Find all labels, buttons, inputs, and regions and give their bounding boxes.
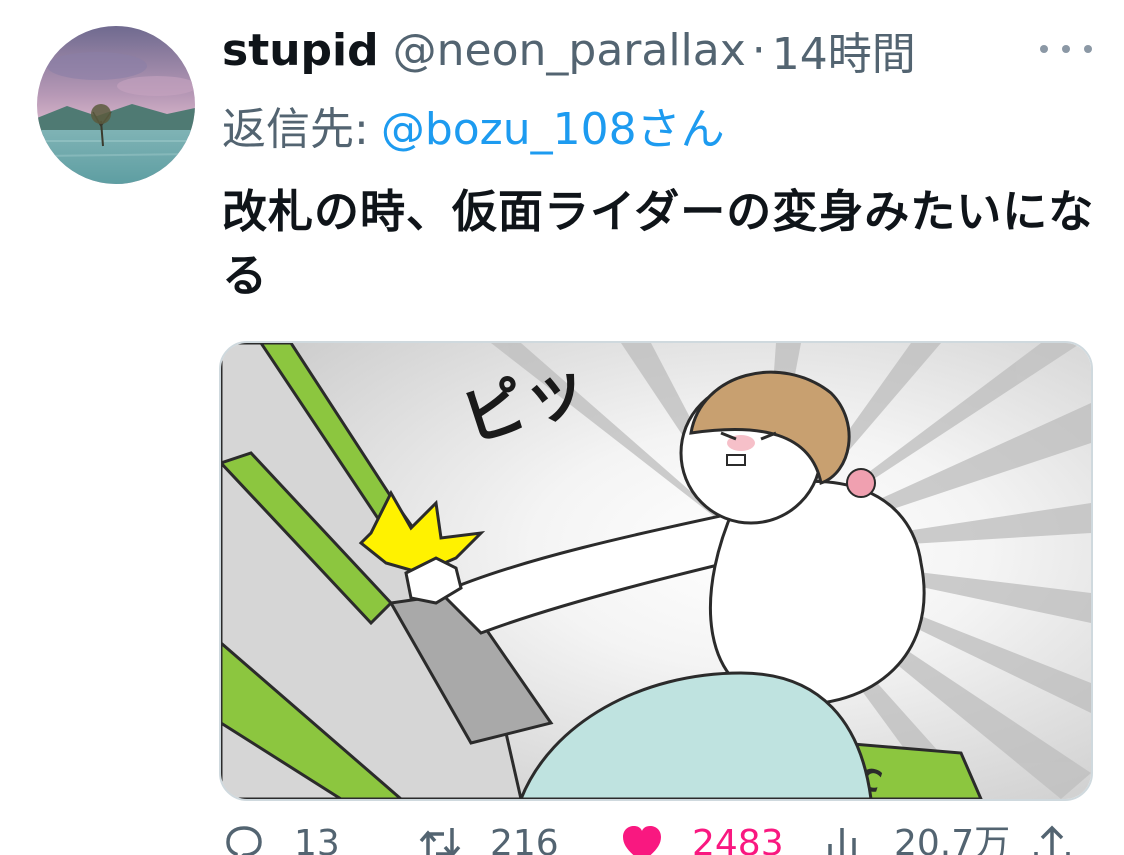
- like-count: 2483: [692, 823, 784, 855]
- reply-prefix: 返信先:: [222, 104, 369, 155]
- share-button[interactable]: [1030, 822, 1074, 855]
- reply-button[interactable]: 13: [222, 822, 340, 855]
- user-handle[interactable]: @neon_parallax: [393, 25, 746, 76]
- share-arrow-icon: [1034, 825, 1070, 855]
- avatar[interactable]: [37, 26, 195, 184]
- tweet-card[interactable]: stupid @neon_parallax · 14時間 返信先: @bozu_…: [0, 0, 1124, 855]
- separator-dot: ·: [751, 24, 766, 76]
- heart-icon: [623, 826, 661, 855]
- display-name[interactable]: stupid: [222, 25, 379, 76]
- reply-context: 返信先: @bozu_108さん: [222, 94, 725, 156]
- timestamp[interactable]: 14時間: [772, 18, 916, 82]
- views-button[interactable]: 20.7万: [822, 822, 1010, 855]
- retweet-button[interactable]: 216: [418, 822, 559, 855]
- views-bars-icon: [828, 828, 856, 855]
- reply-bubble-icon: [226, 826, 262, 855]
- tweet-media-image[interactable]: IC ピッ: [219, 341, 1093, 801]
- tweet-header: stupid @neon_parallax · 14時間: [222, 18, 916, 82]
- views-count: 20.7万: [894, 823, 1011, 855]
- retweet-arrows-icon: [419, 828, 461, 855]
- more-dots-icon[interactable]: [1040, 38, 1092, 60]
- tweet-text: 改札の時、仮面ライダーの変身みたいになる: [222, 185, 1095, 302]
- retweet-count: 216: [490, 823, 559, 855]
- action-bar: 13 216 2483 20.7万: [222, 822, 1102, 855]
- reply-count: 13: [294, 823, 340, 855]
- reply-target-link[interactable]: @bozu_108さん: [381, 93, 725, 157]
- like-button[interactable]: 2483: [620, 822, 784, 855]
